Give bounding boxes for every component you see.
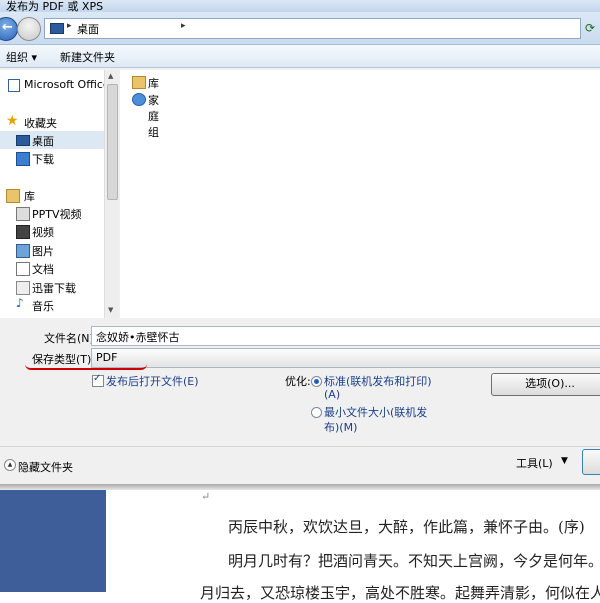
open-after-publish-label: 发布后打开文件(E) — [106, 375, 199, 388]
download-icon — [16, 281, 30, 295]
refresh-icon[interactable]: ⟳ — [585, 21, 595, 35]
filename-label: 文件名(N): — [44, 332, 98, 345]
hide-folders-button[interactable]: 隐藏文件夹 — [18, 459, 73, 475]
scroll-thumb[interactable] — [107, 84, 118, 200]
document-page: ↵ 丙辰中秋，欢饮达旦，大醉，作此篇，兼怀子由。(序) 明月几时有？把酒问青天。… — [106, 486, 600, 602]
address-path: 桌面 — [77, 23, 99, 36]
optimize-minimum-label: 最小文件大小(联机发 — [324, 406, 428, 419]
title-bar: 发布为 PDF 或 XPS — [0, 0, 600, 13]
video-icon — [16, 225, 30, 239]
toolbar: 组织 ▾ 新建文件夹 — [0, 45, 600, 68]
tools-dropdown-icon[interactable]: ▼ — [561, 456, 568, 466]
forward-button[interactable] — [17, 17, 41, 41]
optimize-minimum-label-2: 布)(M) — [324, 421, 358, 434]
optimize-standard-label-2: (A) — [324, 388, 341, 401]
doc-line-3: 月归去，又恐琼楼玉宇，高处不胜寒。起舞弄清影，何似在人 — [200, 584, 600, 602]
file-list: 库 家庭组 — [120, 70, 600, 318]
optimize-label: 优化: — [285, 375, 311, 388]
bottom-bar: ▲ 隐藏文件夹 工具(L) ▼ — [0, 446, 600, 487]
nav-item-documents[interactable]: 文档 — [0, 259, 104, 277]
nav-item-libraries[interactable]: 库 — [0, 186, 104, 204]
nav-item-videos[interactable]: 视频 — [0, 222, 104, 240]
tools-button[interactable]: 工具(L) — [516, 455, 553, 471]
scroll-down-icon[interactable]: ▼ — [108, 306, 113, 314]
nav-item-downloads[interactable]: 下载 — [0, 149, 104, 167]
nav-item-microsoft-office[interactable]: Microsoft Office — [0, 76, 110, 94]
doc-line-1: 丙辰中秋，欢饮达旦，大醉，作此篇，兼怀子由。(序) — [228, 518, 585, 536]
chevron-right-icon[interactable]: ▸ — [181, 21, 186, 31]
navigation-pane: Microsoft Office ★ 收藏夹 桌面 下载 库 PPTV视频 视频 — [0, 70, 119, 318]
desktop-icon — [16, 135, 30, 146]
save-button[interactable] — [582, 449, 600, 475]
paragraph-mark: ↵ — [201, 490, 211, 503]
options-button[interactable]: 选项(O)... — [491, 373, 600, 396]
library-icon — [132, 76, 146, 89]
picture-icon — [16, 244, 30, 258]
nav-item-pictures[interactable]: 图片 — [0, 241, 104, 259]
nav-item-music[interactable]: ♪ 音乐 — [0, 296, 104, 314]
annotation-underline — [25, 364, 147, 370]
nav-item-favorites[interactable]: ★ 收藏夹 — [0, 113, 104, 131]
nav-scrollbar[interactable]: ▲ ▼ — [104, 70, 119, 318]
doc-line-2: 明月几时有？把酒问青天。不知天上宫阙，今夕是何年。 — [228, 552, 600, 570]
address-bar: ▸ 桌面 ▸ ⟳ — [0, 12, 600, 45]
download-icon — [16, 152, 30, 166]
document-icon — [16, 262, 30, 276]
document-sidebar — [0, 486, 106, 592]
nav-item-xunlei[interactable]: 迅雷下载 — [0, 278, 104, 296]
optimize-standard-radio[interactable] — [311, 376, 322, 387]
office-icon — [8, 79, 20, 92]
optimize-standard-label: 标准(联机发布和打印) — [324, 375, 432, 388]
dialog-shadow — [0, 484, 600, 490]
collapse-icon[interactable]: ▲ — [4, 459, 16, 471]
organize-button[interactable]: 组织 ▾ — [6, 49, 37, 65]
back-button[interactable] — [0, 17, 18, 41]
nav-item-pptv[interactable]: PPTV视频 — [0, 204, 104, 222]
save-dialog: 发布为 PDF 或 XPS ▸ 桌面 ▸ ⟳ 组织 ▾ 新建文件夹 Micros… — [0, 0, 600, 487]
open-after-publish-checkbox[interactable] — [92, 373, 104, 387]
optimize-minimum-radio[interactable] — [311, 407, 322, 418]
star-icon: ★ — [6, 113, 19, 129]
library-icon — [6, 189, 20, 203]
desktop-icon — [50, 23, 64, 34]
chevron-right-icon[interactable]: ▸ — [67, 21, 72, 31]
new-folder-button[interactable]: 新建文件夹 — [60, 49, 115, 65]
address-field[interactable]: ▸ 桌面 ▸ — [44, 18, 581, 39]
homegroup-icon — [132, 93, 146, 106]
music-icon: ♪ — [16, 296, 24, 310]
scroll-up-icon[interactable]: ▲ — [108, 72, 113, 80]
filename-input[interactable]: 念奴娇•赤壁怀古 — [91, 326, 600, 346]
video-icon — [16, 207, 30, 221]
save-type-select[interactable]: PDF — [91, 348, 600, 368]
nav-item-desktop[interactable]: 桌面 — [0, 131, 104, 149]
